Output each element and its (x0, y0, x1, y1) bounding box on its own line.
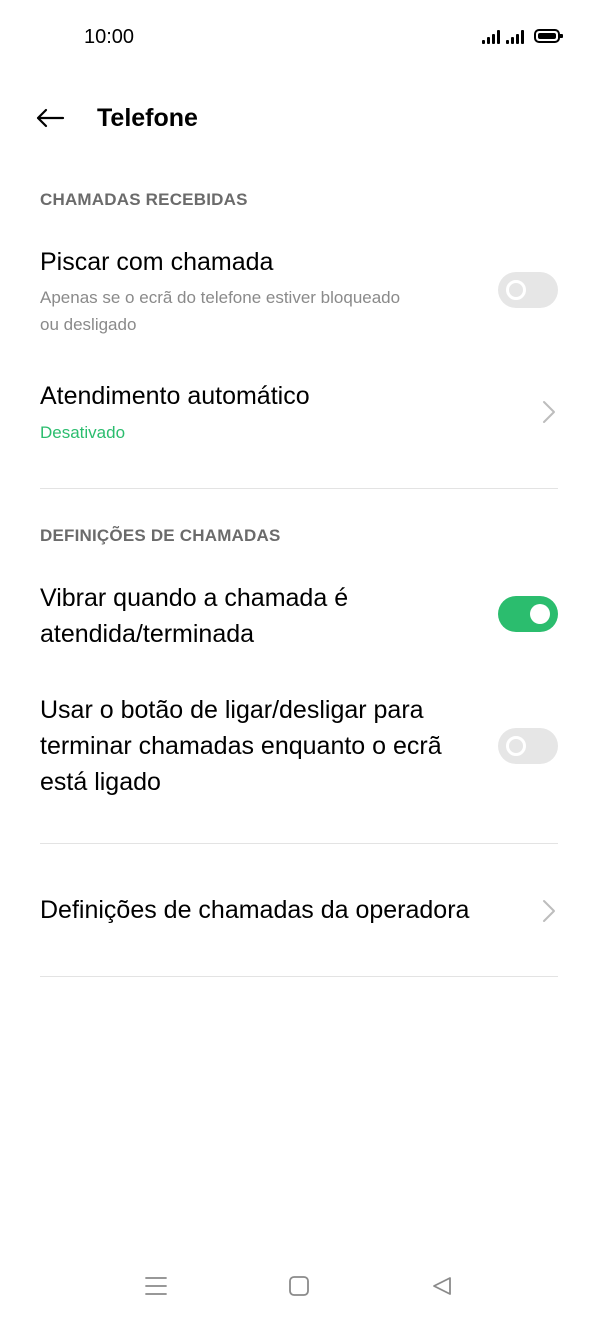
home-square-icon (289, 1276, 309, 1296)
carrier-call-settings-row[interactable]: Definições de chamadas da operadora (0, 880, 598, 944)
divider (40, 976, 558, 977)
auto-answer-status: Desativado (40, 423, 126, 442)
vibrate-title-line2: atendida/terminada (40, 620, 255, 648)
back-button[interactable] (30, 98, 70, 138)
flash-on-call-row[interactable]: Piscar com chamada Apenas se o ecrã do t… (0, 240, 598, 350)
divider (40, 843, 558, 844)
home-button[interactable] (275, 1262, 323, 1310)
flash-on-call-title: Piscar com chamada (40, 248, 274, 276)
section-header-incoming-calls: CHAMADAS RECEBIDAS (40, 190, 248, 209)
app-header: Telefone (0, 88, 598, 148)
vibrate-title-line1: Vibrar quando a chamada é (40, 584, 349, 612)
arrow-left-icon (36, 108, 65, 128)
power-button-title-line3: está ligado (40, 768, 161, 796)
auto-answer-row[interactable]: Atendimento automático Desativado (0, 376, 598, 456)
back-triangle-icon (433, 1277, 451, 1295)
menu-icon (145, 1277, 167, 1295)
divider (40, 488, 558, 489)
chevron-right-icon (543, 900, 555, 922)
recents-button[interactable] (132, 1262, 180, 1310)
vibrate-toggle[interactable] (498, 596, 558, 632)
toggle-knob (506, 736, 526, 756)
status-bar: 10:00 (0, 0, 598, 78)
flash-on-call-subtitle-line2: ou desligado (40, 315, 137, 334)
power-button-title-line1: Usar o botão de ligar/desligar para (40, 696, 424, 724)
vibrate-on-answer-row[interactable]: Vibrar quando a chamada é atendida/termi… (0, 578, 598, 654)
power-button-title-line2: terminar chamadas enquanto o ecrã (40, 732, 442, 760)
nav-back-button[interactable] (418, 1262, 466, 1310)
signal-icon (482, 28, 500, 44)
status-icons (482, 28, 563, 44)
auto-answer-title: Atendimento automático (40, 382, 310, 410)
toggle-knob (506, 280, 526, 300)
toggle-knob (530, 604, 550, 624)
page-title: Telefone (97, 104, 198, 132)
flash-on-call-subtitle-line1: Apenas se o ecrã do telefone estiver blo… (40, 288, 401, 307)
system-nav-bar (0, 1262, 598, 1310)
flash-on-call-toggle[interactable] (498, 272, 558, 308)
status-time: 10:00 (84, 26, 135, 48)
battery-icon (534, 29, 563, 43)
section-header-call-settings: DEFINIÇÕES DE CHAMADAS (40, 526, 281, 545)
signal-icon (506, 28, 524, 44)
power-button-toggle[interactable] (498, 728, 558, 764)
power-button-ends-call-row[interactable]: Usar o botão de ligar/desligar para term… (0, 690, 598, 802)
chevron-right-icon (543, 401, 555, 423)
carrier-call-settings-title: Definições de chamadas da operadora (40, 896, 470, 924)
